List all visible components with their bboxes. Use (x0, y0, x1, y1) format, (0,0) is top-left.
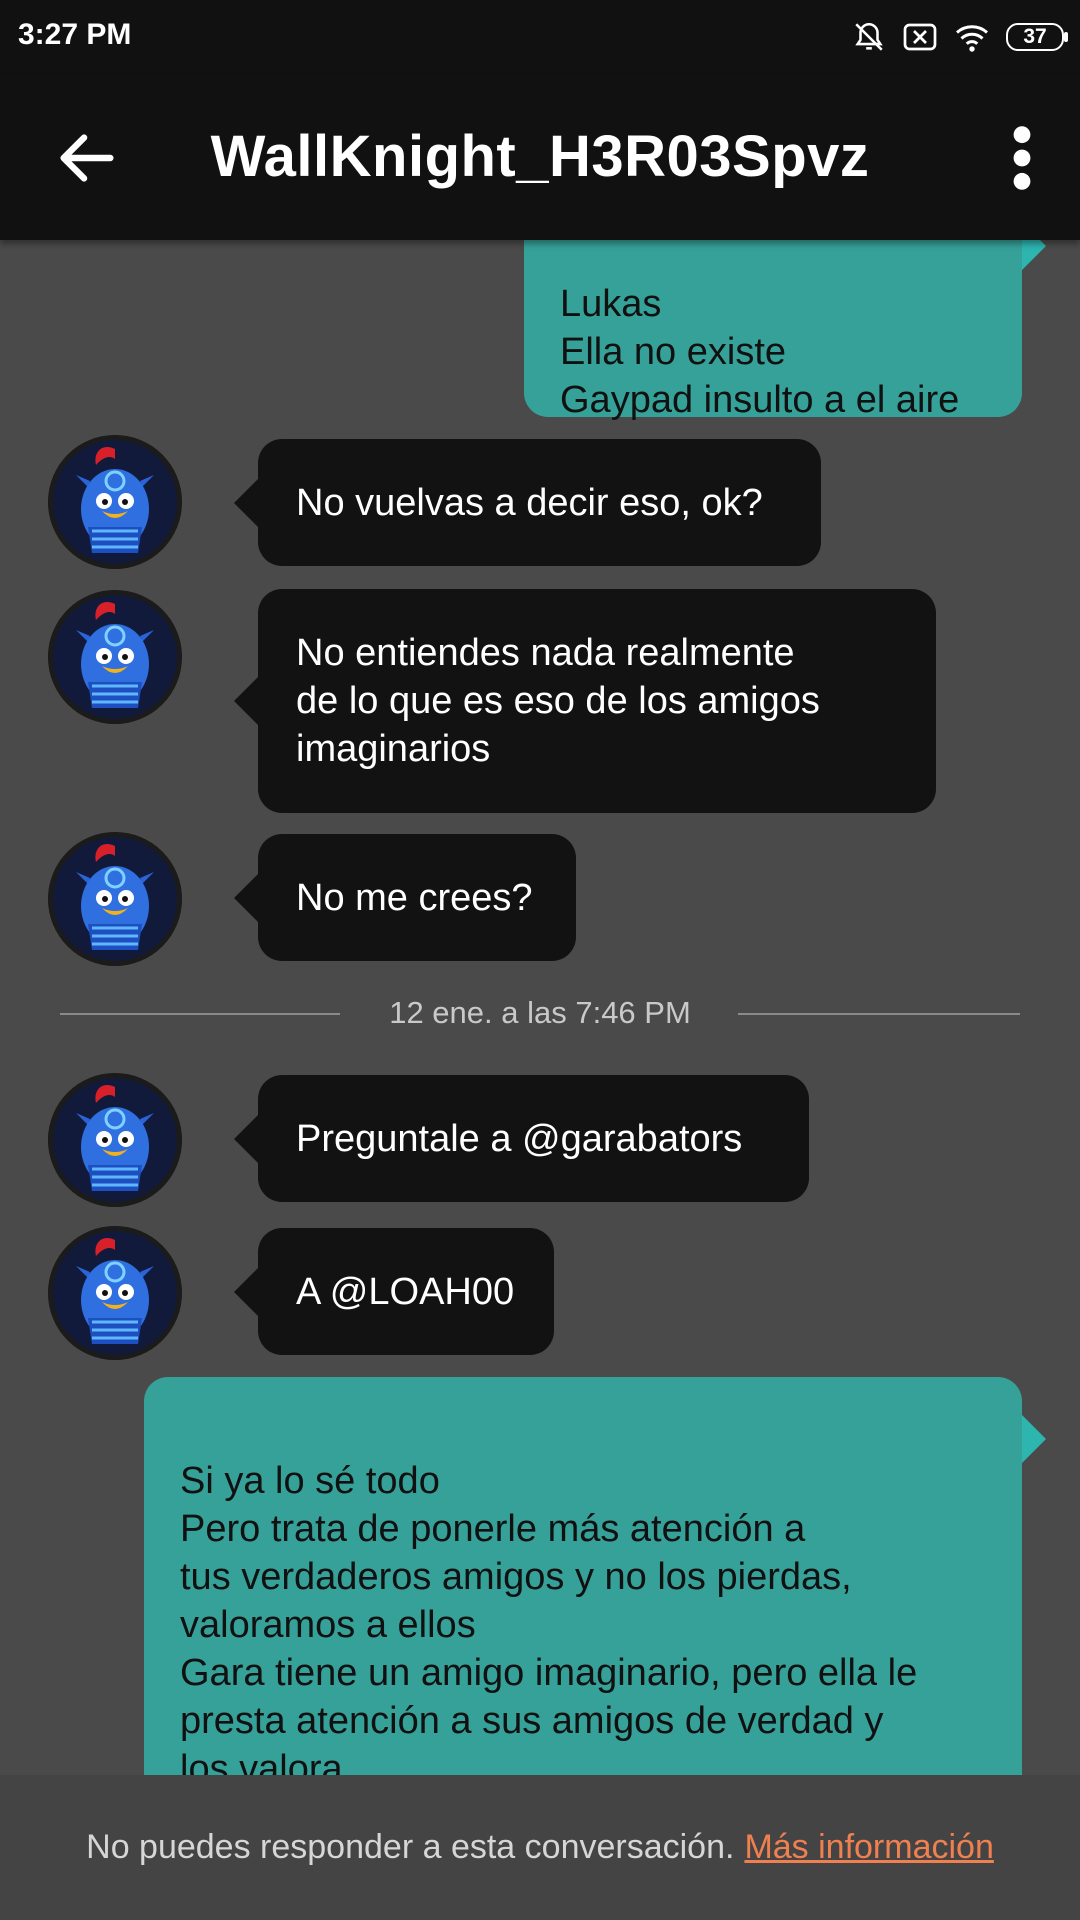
knight-avatar-image (48, 435, 182, 569)
reply-disabled-banner: No puedes responder a esta conversación.… (0, 1775, 1080, 1920)
knight-avatar-image (48, 1226, 182, 1360)
avatar[interactable] (48, 435, 182, 569)
incoming-message: Preguntale a @garabators (234, 1075, 809, 1202)
status-icons: 37 (852, 18, 1068, 56)
message-text: Preguntale a @garabators (296, 1117, 743, 1160)
avatar[interactable] (48, 1073, 182, 1207)
wifi-icon (956, 25, 988, 52)
status-bar: 3:27 PM 37 (0, 0, 1080, 75)
incoming-message: No vuelvas a decir eso, ok? (234, 439, 821, 566)
reply-disabled-notice: No puedes responder a esta conversación. (86, 1828, 735, 1866)
outgoing-message: Si ya lo sé todo Pero trata de ponerle m… (144, 1377, 1046, 1775)
incoming-message: A @LOAH00 (234, 1228, 554, 1355)
status-time: 3:27 PM (18, 18, 132, 51)
sim-off-icon (903, 23, 937, 51)
message-list[interactable]: Lukas Ella no existe Gaypad insulto a el… (0, 240, 1080, 1775)
more-info-link[interactable]: Más información (744, 1828, 993, 1867)
app-bar: WallKnight_H3R03Spvz (0, 75, 1080, 240)
message-text: No vuelvas a decir eso, ok? (296, 481, 763, 524)
avatar[interactable] (48, 1226, 182, 1360)
avatar[interactable] (48, 590, 182, 724)
divider-line (738, 1013, 1020, 1015)
notifications-off-icon (855, 22, 883, 51)
outgoing-message: Lukas Ella no existe Gaypad insulto a el… (524, 240, 1046, 421)
avatar[interactable] (48, 832, 182, 966)
date-divider: 12 ene. a las 7:46 PM (60, 991, 1020, 1035)
message-text: No entiendes nada realmente de lo que es… (296, 632, 820, 770)
more-vert-icon[interactable] (1002, 123, 1042, 193)
message-text: A @LOAH00 (296, 1270, 515, 1313)
knight-avatar-image (48, 832, 182, 966)
message-text: Lukas Ella no existe Gaypad insulto a el… (560, 283, 960, 421)
message-text: No me crees? (296, 876, 533, 919)
knight-avatar-image (48, 1073, 182, 1207)
battery-level: 37 (1023, 25, 1047, 48)
knight-avatar-image (48, 590, 182, 724)
incoming-message: No me crees? (234, 834, 576, 961)
battery-icon: 37 (1006, 23, 1068, 51)
message-text: Si ya lo sé todo Pero trata de ponerle m… (180, 1460, 918, 1775)
incoming-message: No entiendes nada realmente de lo que es… (234, 589, 936, 813)
conversation-title: WallKnight_H3R03Spvz (210, 124, 870, 189)
